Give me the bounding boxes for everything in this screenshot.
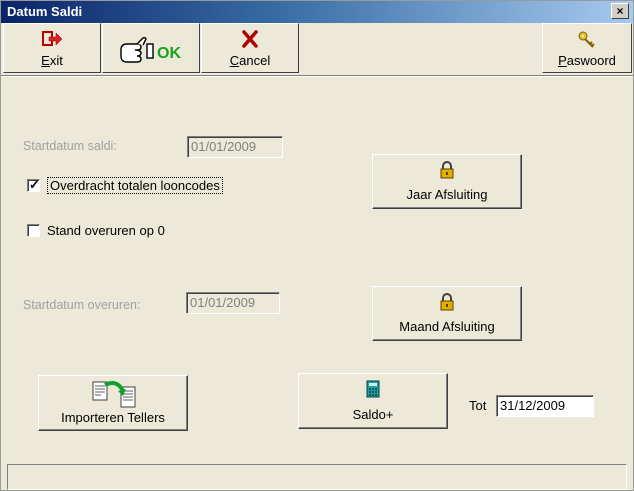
cancel-label: Cancel [229, 53, 271, 68]
hand-ok-icon: OK [103, 36, 199, 67]
password-label: Paswoord [558, 53, 616, 68]
toolbar-divider-highlight [1, 76, 633, 77]
saldo-plus-button[interactable]: Saldo+ [298, 373, 448, 429]
status-bar [7, 464, 627, 490]
jaar-afsluiting-label: Jaar Afsluiting [406, 187, 488, 202]
cancel-button[interactable]: Cancel [201, 23, 299, 73]
stand-overuren-label: Stand overuren op 0 [47, 223, 165, 238]
importeren-tellers-button[interactable]: Importeren Tellers [38, 375, 188, 431]
importeren-tellers-label: Importeren Tellers [61, 410, 165, 425]
exit-arrow-icon [4, 30, 100, 51]
ok-button[interactable]: OK [102, 23, 200, 73]
keys-icon [543, 30, 631, 53]
startdatum-overuren-field[interactable]: 01/01/2009 [186, 292, 280, 314]
overdracht-checkbox-box[interactable]: ✓ [27, 177, 40, 192]
password-button[interactable]: Paswoord [542, 23, 632, 73]
title-bar[interactable]: Datum Saldi × [1, 1, 633, 23]
dialog-window: Datum Saldi × Exit OK Cancel Paswoord St… [0, 0, 634, 491]
red-x-icon [202, 30, 298, 51]
import-icon [39, 379, 187, 412]
padlock-icon [373, 161, 521, 182]
startdatum-overuren-label: Startdatum overuren: [23, 298, 141, 312]
calculator-icon [299, 380, 447, 401]
jaar-afsluiting-button[interactable]: Jaar Afsluiting [372, 154, 522, 209]
padlock-icon [373, 293, 521, 314]
window-title: Datum Saldi [7, 4, 83, 19]
exit-label: Exit [41, 53, 63, 68]
maand-afsluiting-button[interactable]: Maand Afsluiting [372, 286, 522, 341]
close-button[interactable]: × [611, 3, 629, 19]
ok-text: OK [157, 45, 181, 62]
checkmark-icon: ✓ [29, 177, 40, 192]
startdatum-saldi-label: Startdatum saldi: [23, 139, 117, 153]
tot-date-field[interactable]: 31/12/2009 [496, 395, 594, 417]
tot-label: Tot [469, 398, 487, 413]
maand-afsluiting-label: Maand Afsluiting [399, 319, 495, 334]
stand-overuren-checkbox-box[interactable] [27, 224, 40, 237]
saldo-plus-label: Saldo+ [352, 407, 394, 422]
overdracht-checkbox[interactable]: ✓ Overdracht totalen looncodes [27, 177, 223, 194]
overdracht-label: Overdracht totalen looncodes [47, 177, 223, 194]
stand-overuren-checkbox[interactable]: Stand overuren op 0 [27, 223, 165, 238]
exit-button[interactable]: Exit [3, 23, 101, 73]
startdatum-saldi-field[interactable]: 01/01/2009 [187, 136, 283, 158]
